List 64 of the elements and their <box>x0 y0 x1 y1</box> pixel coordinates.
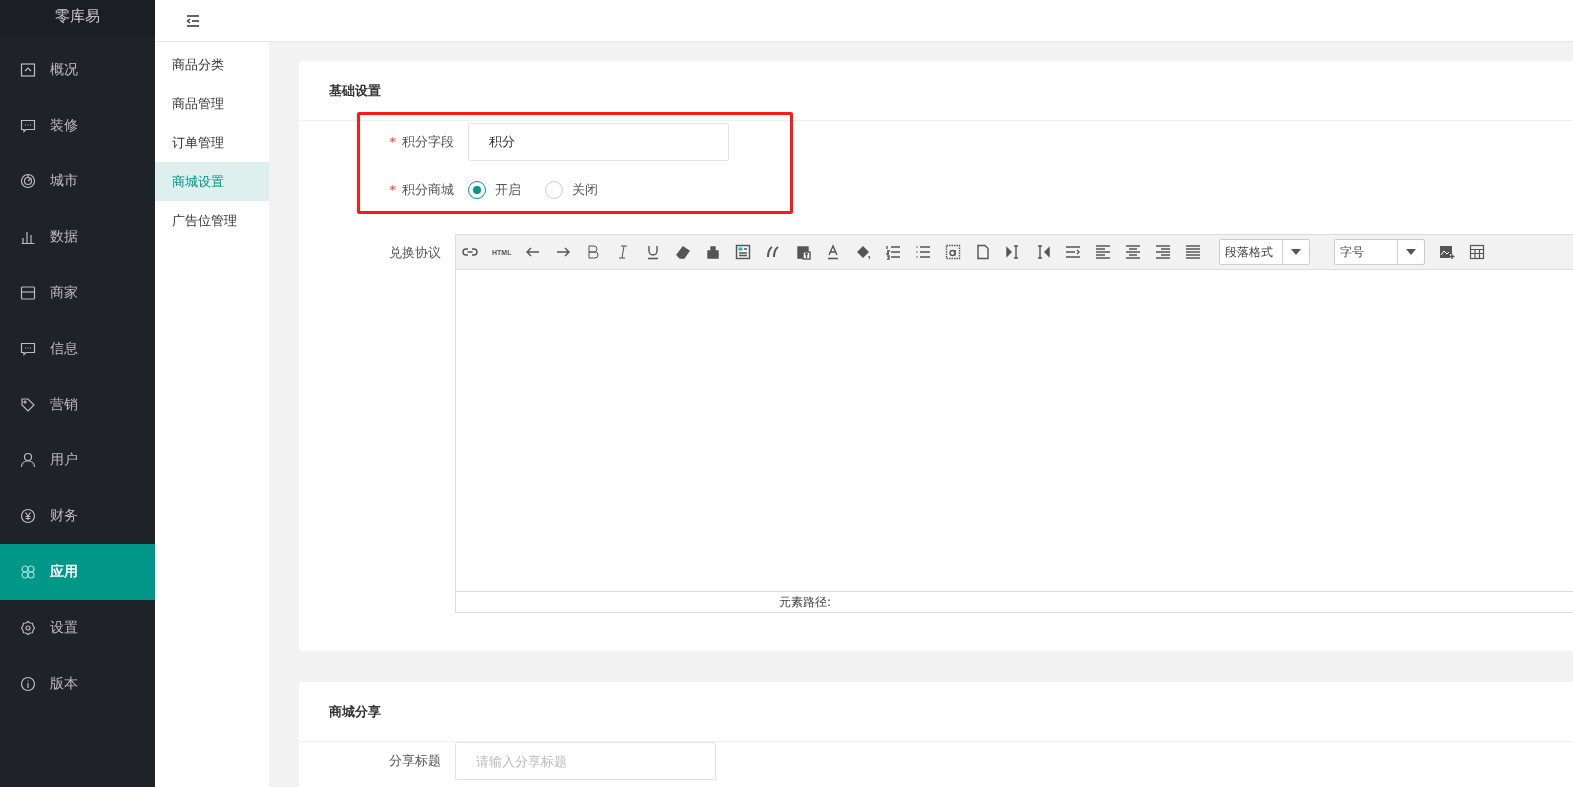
sidebar-item[interactable]: 财务 <box>0 488 155 545</box>
info-icon <box>20 675 36 692</box>
sidebar-item[interactable]: 概况 <box>0 42 155 98</box>
sidebar-item[interactable]: 用户 <box>0 432 155 489</box>
field-label: 积分字段 <box>402 134 454 149</box>
paint-bucket-icon[interactable] <box>855 244 872 260</box>
page-icon[interactable] <box>975 244 992 260</box>
caret-icon <box>1406 249 1417 255</box>
sidebar-item[interactable]: 装修 <box>0 97 155 154</box>
sidebar-item[interactable]: 设置 <box>0 599 155 656</box>
section-title: 基础设置 <box>299 61 1573 121</box>
dial-icon <box>20 173 36 190</box>
align-left-icon[interactable] <box>1095 244 1112 260</box>
chat-icon <box>20 117 36 134</box>
eraser-icon[interactable] <box>675 244 692 260</box>
sidebar-item[interactable]: 营销 <box>0 376 155 433</box>
tag-icon <box>20 396 36 413</box>
indent-icon[interactable] <box>1065 244 1082 260</box>
align-center-icon[interactable] <box>1125 244 1142 260</box>
bullet-list-icon[interactable] <box>915 244 932 260</box>
brand-logo: 零库易 <box>0 0 155 36</box>
paragraph-format-dropdown[interactable]: 段落格式 <box>1219 239 1311 265</box>
submenu-item[interactable]: 商品管理 <box>155 84 269 123</box>
user-icon <box>20 452 36 469</box>
element-path-status: 元素路径: <box>456 591 1573 612</box>
align-right-icon[interactable] <box>1155 244 1172 260</box>
required-asterisk: * <box>389 182 396 197</box>
submenu-item[interactable]: 商品分类 <box>155 45 269 84</box>
table-icon[interactable] <box>1469 244 1486 260</box>
sidebar-item[interactable]: 版本 <box>0 655 155 712</box>
store-icon <box>20 285 36 302</box>
required-asterisk: * <box>389 134 396 149</box>
text-direction-icon[interactable] <box>1035 244 1052 260</box>
bold-icon[interactable] <box>585 244 602 260</box>
menu-icon[interactable] <box>185 12 201 29</box>
settings-icon <box>20 619 36 636</box>
radio-option[interactable]: 开启 <box>468 181 521 199</box>
font-size-dropdown[interactable]: 字号 <box>1334 239 1426 265</box>
submenu-item[interactable]: 广告位管理 <box>155 201 269 240</box>
submenu-item[interactable]: 订单管理 <box>155 123 269 162</box>
input-field[interactable]: 积分 <box>468 123 729 161</box>
input-field[interactable]: 请输入分享标题 <box>455 742 716 780</box>
numbered-list-icon[interactable] <box>885 244 902 260</box>
radio-option[interactable]: 关闭 <box>545 181 598 199</box>
stamp-icon[interactable] <box>705 244 722 260</box>
screen-icon <box>20 61 36 78</box>
sidebar-item[interactable]: 信息 <box>0 321 155 377</box>
caret-icon <box>1291 249 1302 255</box>
bar-chart-icon <box>20 229 36 246</box>
chat-icon <box>20 340 36 357</box>
layout-icon[interactable] <box>735 244 752 260</box>
clover-icon <box>20 564 36 581</box>
sidebar-item[interactable]: 数据 <box>0 209 155 266</box>
sidebar-item[interactable]: 城市 <box>0 153 155 210</box>
sidebar-item[interactable]: 应用 <box>0 544 155 600</box>
field-label: 分享标题 <box>388 752 442 770</box>
image-icon[interactable] <box>1439 244 1456 260</box>
field-label: 兑换协议 <box>388 244 442 262</box>
boxed-letter-icon[interactable] <box>945 244 962 260</box>
yen-icon <box>20 508 36 525</box>
field-label: 积分商城 <box>402 182 454 197</box>
sidebar-item[interactable]: 商家 <box>0 265 155 321</box>
justify-icon[interactable] <box>1185 244 1202 260</box>
paste-icon[interactable] <box>795 244 812 260</box>
